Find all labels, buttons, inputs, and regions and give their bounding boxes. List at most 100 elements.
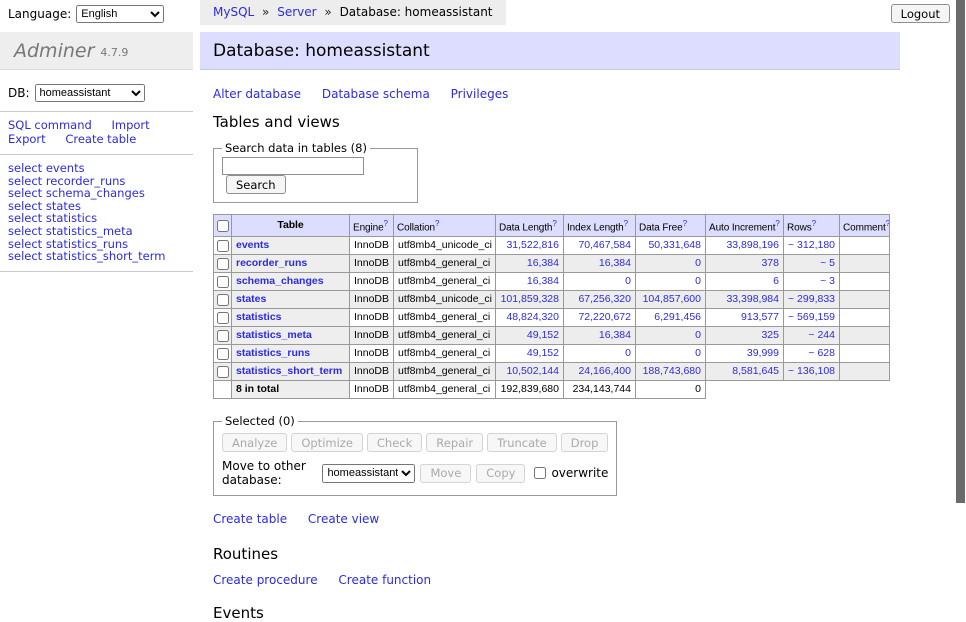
sidebar-table-link[interactable]: select schema_changes bbox=[8, 187, 145, 200]
overwrite-checkbox[interactable] bbox=[534, 467, 546, 479]
breadcrumb-server-link[interactable]: Server bbox=[277, 5, 316, 19]
index-length-cell-link[interactable]: 16,384 bbox=[599, 257, 631, 269]
index-length-cell-link[interactable]: 0 bbox=[625, 275, 631, 287]
index-length-cell-link[interactable]: 67,256,320 bbox=[578, 293, 631, 305]
index-length-cell-link[interactable]: 24,166,400 bbox=[578, 365, 631, 377]
analyze-button[interactable]: Analyze bbox=[222, 433, 287, 452]
rows-cell-link[interactable]: ~ 569,159 bbox=[788, 311, 835, 323]
move-db-select[interactable]: homeassistant bbox=[322, 464, 415, 483]
table-name-link[interactable]: states bbox=[236, 293, 266, 305]
doc-help-link[interactable]: ? bbox=[384, 219, 388, 228]
table-name-link[interactable]: statistics_short_term bbox=[236, 365, 342, 377]
data-length-cell-link[interactable]: 101,859,328 bbox=[501, 293, 559, 305]
table-name-link[interactable]: recorder_runs bbox=[236, 257, 307, 269]
logout-button[interactable]: Logout bbox=[891, 4, 950, 23]
row-checkbox[interactable] bbox=[217, 366, 229, 378]
create-view-link[interactable]: Create view bbox=[308, 512, 379, 526]
auto-increment-cell-link[interactable]: 8,581,645 bbox=[732, 365, 779, 377]
doc-help-link[interactable]: ? bbox=[683, 219, 687, 228]
sidebar-table-link[interactable]: select statistics_meta bbox=[8, 225, 133, 238]
auto-increment-cell-link[interactable]: 325 bbox=[761, 329, 779, 341]
data-free-cell-link[interactable]: 50,331,648 bbox=[648, 239, 701, 251]
move-button[interactable]: Move bbox=[420, 464, 471, 483]
data-length-cell-link[interactable]: 31,522,816 bbox=[506, 239, 559, 251]
repair-button[interactable]: Repair bbox=[426, 433, 483, 452]
data-free-cell-link[interactable]: 0 bbox=[695, 275, 701, 287]
create-table-link[interactable]: Create table bbox=[65, 132, 136, 146]
data-length-cell-link[interactable]: 16,384 bbox=[527, 275, 559, 287]
index-length-cell-link[interactable]: 72,220,672 bbox=[578, 311, 631, 323]
auto-increment-cell-link[interactable]: 913,577 bbox=[741, 311, 779, 323]
data-length-cell-link[interactable]: 48,824,320 bbox=[506, 311, 559, 323]
create-procedure-link[interactable]: Create procedure bbox=[213, 573, 318, 587]
alter-database-link[interactable]: Alter database bbox=[213, 87, 301, 101]
table-name-link[interactable]: statistics_meta bbox=[236, 329, 312, 341]
data-free-cell-link[interactable]: 0 bbox=[695, 347, 701, 359]
doc-help-link[interactable]: ? bbox=[552, 219, 556, 228]
index-length-cell-link[interactable]: 0 bbox=[625, 347, 631, 359]
doc-help-link[interactable]: ? bbox=[624, 219, 628, 228]
row-checkbox[interactable] bbox=[217, 258, 229, 270]
breadcrumb-mysql-link[interactable]: MySQL bbox=[213, 5, 254, 19]
copy-button[interactable]: Copy bbox=[476, 464, 525, 483]
table-name-link[interactable]: schema_changes bbox=[236, 275, 324, 287]
row-checkbox[interactable] bbox=[217, 312, 229, 324]
table-name-link[interactable]: statistics bbox=[236, 311, 282, 323]
create-table-link-bottom[interactable]: Create table bbox=[213, 512, 287, 526]
row-checkbox[interactable] bbox=[217, 348, 229, 360]
sidebar-table-link[interactable]: select statistics_short_term bbox=[8, 250, 165, 263]
data-length-cell-link[interactable]: 49,152 bbox=[527, 347, 559, 359]
data-length-cell-link[interactable]: 49,152 bbox=[527, 329, 559, 341]
doc-help-link[interactable]: ? bbox=[775, 219, 779, 228]
data-free-cell-link[interactable]: 0 bbox=[695, 329, 701, 341]
doc-help-link[interactable]: ? bbox=[886, 219, 890, 228]
auto-increment-cell-link[interactable]: 6 bbox=[773, 275, 779, 287]
auto-increment-cell-link[interactable]: 39,999 bbox=[747, 347, 779, 359]
rows-cell-link[interactable]: ~ 136,108 bbox=[788, 365, 835, 377]
doc-help-link[interactable]: ? bbox=[812, 219, 816, 228]
index-length-cell-link[interactable]: 16,384 bbox=[599, 329, 631, 341]
table-name-link[interactable]: statistics_runs bbox=[236, 347, 310, 359]
data-length-cell-link[interactable]: 16,384 bbox=[527, 257, 559, 269]
rows-cell-link[interactable]: ~ 628 bbox=[808, 347, 835, 359]
app-logo-link[interactable]: Adminer bbox=[14, 40, 94, 62]
export-link[interactable]: Export bbox=[8, 132, 46, 146]
row-checkbox[interactable] bbox=[217, 294, 229, 306]
rows-cell-link[interactable]: ~ 244 bbox=[808, 329, 835, 341]
rows-cell-link[interactable]: ~ 3 bbox=[820, 275, 835, 287]
truncate-button[interactable]: Truncate bbox=[487, 433, 557, 452]
select-all-checkbox[interactable] bbox=[217, 220, 229, 232]
auto-increment-cell-link[interactable]: 33,898,196 bbox=[726, 239, 779, 251]
data-free-cell-link[interactable]: 188,743,680 bbox=[643, 365, 701, 377]
language-select[interactable]: English bbox=[76, 5, 164, 23]
data-length-cell-link[interactable]: 10,502,144 bbox=[506, 365, 559, 377]
import-link[interactable]: Import bbox=[111, 118, 149, 132]
rows-cell-link[interactable]: ~ 5 bbox=[820, 257, 835, 269]
scrollbar-thumb[interactable] bbox=[956, 0, 965, 503]
index-length-cell: 0 bbox=[564, 345, 636, 363]
auto-increment-cell-link[interactable]: 378 bbox=[761, 257, 779, 269]
table-name-link[interactable]: events bbox=[236, 239, 269, 251]
db-select[interactable]: homeassistant bbox=[35, 84, 145, 102]
database-schema-link[interactable]: Database schema bbox=[322, 87, 430, 101]
sidebar-table-link[interactable]: select events bbox=[8, 162, 85, 175]
data-free-cell-link[interactable]: 104,857,600 bbox=[643, 293, 701, 305]
row-checkbox[interactable] bbox=[217, 276, 229, 288]
doc-help-link[interactable]: ? bbox=[435, 219, 439, 228]
row-checkbox[interactable] bbox=[217, 330, 229, 342]
check-button[interactable]: Check bbox=[367, 433, 422, 452]
data-free-cell-link[interactable]: 6,291,456 bbox=[654, 311, 701, 323]
search-button[interactable]: Search bbox=[226, 175, 286, 194]
data-free-cell-link[interactable]: 0 bbox=[695, 257, 701, 269]
rows-cell-link[interactable]: ~ 312,180 bbox=[788, 239, 835, 251]
index-length-cell-link[interactable]: 70,467,584 bbox=[578, 239, 631, 251]
privileges-link[interactable]: Privileges bbox=[451, 87, 509, 101]
rows-cell-link[interactable]: ~ 299,833 bbox=[788, 293, 835, 305]
create-function-link[interactable]: Create function bbox=[338, 573, 431, 587]
drop-button[interactable]: Drop bbox=[561, 433, 609, 452]
auto-increment-cell-link[interactable]: 33,398,984 bbox=[726, 293, 779, 305]
sql-command-link[interactable]: SQL command bbox=[8, 118, 92, 132]
optimize-button[interactable]: Optimize bbox=[291, 433, 363, 452]
search-input[interactable] bbox=[222, 157, 364, 175]
row-checkbox[interactable] bbox=[217, 240, 229, 252]
